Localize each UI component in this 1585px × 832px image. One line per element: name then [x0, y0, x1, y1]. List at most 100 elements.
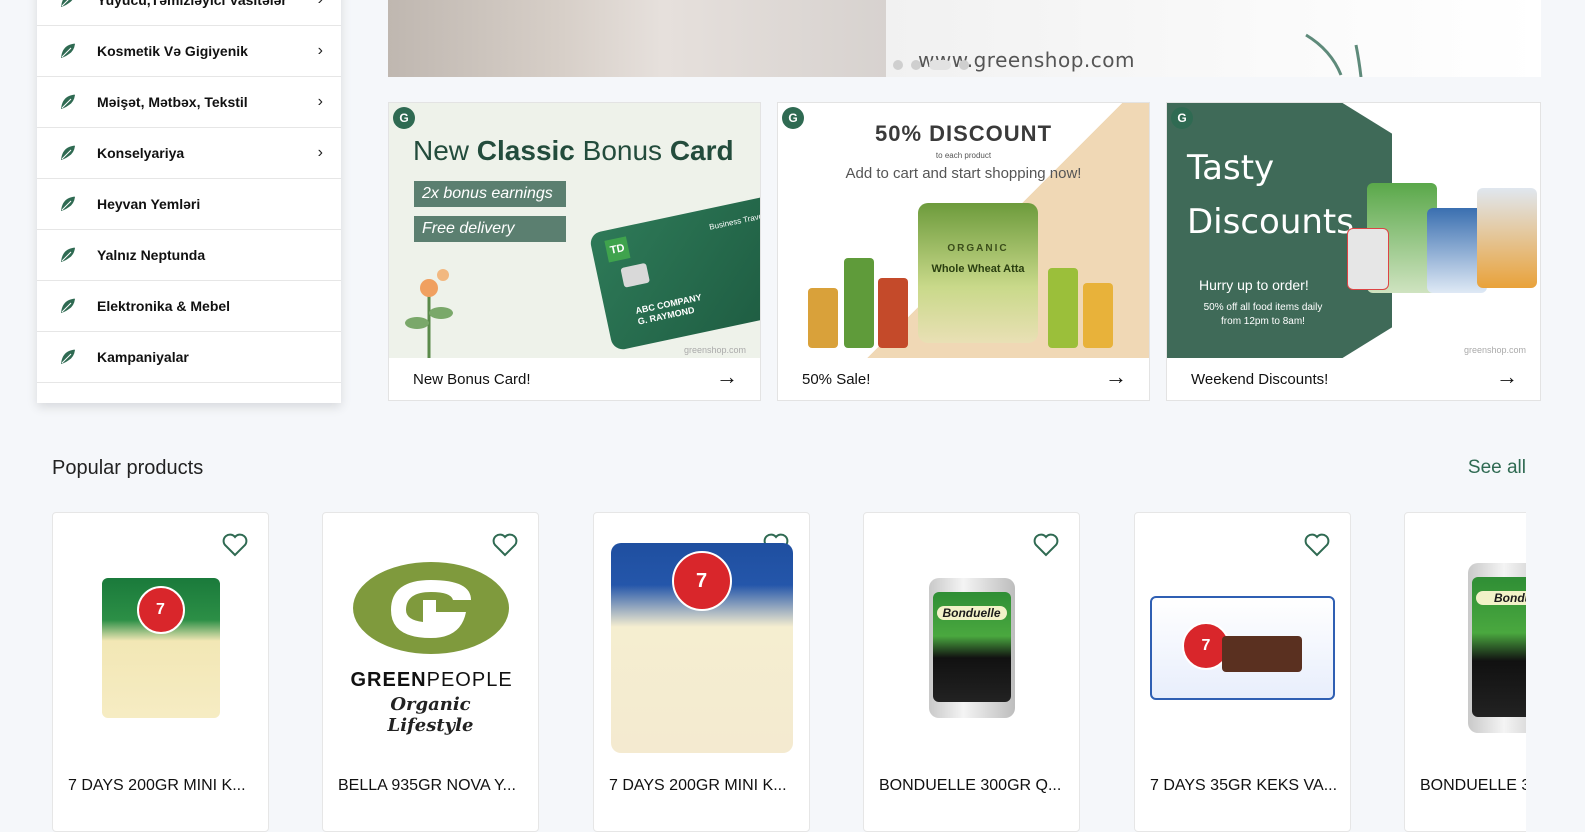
arrow-right-icon[interactable]: →	[1105, 364, 1127, 390]
carousel-dot[interactable]	[893, 60, 903, 70]
arrow-right-icon[interactable]: →	[1496, 364, 1518, 390]
promo-caption: Weekend Discounts!	[1191, 371, 1329, 388]
promo-card-weekend[interactable]: G Tasty Discounts Hurry up to order! 50% …	[1166, 102, 1541, 401]
chevron-right-icon: ›	[317, 144, 323, 161]
category-label: Elektronika & Mebel	[97, 298, 231, 314]
jar-image	[844, 258, 874, 348]
product-card[interactable]: 7 7 DAYS 35GR KEKS VA...	[1134, 512, 1351, 832]
watermark: greenshop.com	[683, 345, 746, 355]
promo-card-sale[interactable]: G 50% DISCOUNT to each product Add to ca…	[777, 102, 1150, 401]
jar-image	[1083, 283, 1113, 348]
category-label: Yuyucu,Təmizləyici Vasitələr	[97, 0, 287, 8]
category-item[interactable]: Yuyucu,Təmizləyici Vasitələr ›	[37, 0, 341, 26]
product-card-clip: Bondu BONDUELLE 30...	[1404, 512, 1526, 832]
product-bag-image: ORGANIC Whole Wheat Atta	[918, 203, 1038, 343]
7days-logo: 7	[671, 551, 732, 611]
7days-logo: 7	[136, 586, 185, 634]
promo-subtext-small: 50% off all food items daily from 12pm t…	[1203, 302, 1323, 327]
promo-card-bonus[interactable]: G New Classic Bonus Card 2x bonus earnin…	[388, 102, 761, 401]
bag-top-label: ORGANIC	[947, 243, 1009, 254]
product-name[interactable]: 7 DAYS 200GR MINI K...	[68, 777, 246, 795]
promo-subtext: Add to cart and start shopping now!	[845, 165, 1082, 182]
leaf-decoration-icon	[1305, 33, 1363, 77]
promo-art-tasty: G Tasty Discounts Hurry up to order! 50% …	[1167, 103, 1540, 358]
category-label: Kampaniyalar	[97, 349, 189, 365]
category-item[interactable]: Yalnız Neptunda	[37, 230, 341, 281]
product-card[interactable]: GREENPEOPLE Organic Lifestyle BELLA 935G…	[322, 512, 539, 832]
product-name[interactable]: BELLA 935GR NOVA Y...	[338, 777, 516, 795]
see-all-link[interactable]: See all	[1468, 457, 1526, 479]
product-name[interactable]: BONDUELLE 300GR Q...	[879, 777, 1061, 795]
promo-subtext-small: to each product	[935, 151, 992, 160]
category-sidebar: Yuyucu,Təmizləyici Vasitələr›Kosmetik Və…	[37, 0, 341, 403]
greenshop-badge-icon: G	[393, 107, 415, 129]
arrow-right-icon[interactable]: →	[716, 364, 738, 390]
category-item[interactable]: Məişət, Mətbəx, Tekstil ›	[37, 77, 341, 128]
can-brand: Bonduelle	[936, 606, 1007, 620]
card-holder: ABC COMPANY G. RAYMOND	[634, 292, 703, 327]
product-image[interactable]: 7	[1150, 543, 1335, 753]
brand-tagline: Organic Lifestyle	[387, 694, 474, 736]
product-name[interactable]: 7 DAYS 200GR MINI K...	[609, 777, 787, 795]
olive-can-image: Bondu	[1468, 563, 1526, 733]
section-title: Popular products	[52, 457, 204, 479]
hero-image-left	[388, 0, 886, 77]
leaf-icon	[61, 43, 75, 58]
card-chip	[620, 262, 650, 288]
category-item[interactable]: Kampaniyalar	[37, 332, 341, 383]
7days-package-image: 7	[101, 578, 220, 718]
brand-name: GREENPEOPLE	[350, 669, 513, 691]
green-people-logo-icon	[352, 562, 509, 654]
product-image[interactable]: 7	[609, 543, 794, 753]
carousel-dot-active[interactable]	[929, 60, 951, 70]
promo-pill: 2x bonus earnings	[414, 181, 566, 207]
chevron-right-icon: ›	[318, 0, 323, 9]
product-card[interactable]: Bonduelle BONDUELLE 300GR Q...	[863, 512, 1080, 832]
product-image[interactable]: 7	[68, 543, 253, 753]
promo-headline: 50% DISCOUNT	[874, 121, 1053, 146]
product-card[interactable]: 7 7 DAYS 200GR MINI K...	[593, 512, 810, 832]
card-brand-logo: TD	[604, 236, 631, 263]
chevron-right-icon: ›	[317, 42, 323, 59]
olive-can-image: Bonduelle	[928, 578, 1015, 718]
promo-pill: Free delivery	[414, 216, 566, 242]
jar-image	[878, 278, 908, 348]
category-item[interactable]: Konselyariya ›	[37, 128, 341, 179]
product-pack-image	[1477, 188, 1537, 288]
product-pack-image	[1347, 228, 1389, 290]
product-image[interactable]: Bondu	[1420, 543, 1526, 753]
leaf-icon	[61, 0, 73, 7]
promo-caption: New Bonus Card!	[413, 371, 531, 388]
watermark: greenshop.com	[1463, 345, 1526, 355]
green-people-logo: GREENPEOPLE Organic Lifestyle	[350, 560, 513, 736]
bag-label: Whole Wheat Atta	[931, 263, 1025, 275]
product-card[interactable]: Bondu BONDUELLE 30...	[1404, 512, 1526, 832]
7days-package-image: 7	[610, 543, 793, 753]
product-card[interactable]: 7 7 DAYS 200GR MINI K...	[52, 512, 269, 832]
product-image[interactable]: Bonduelle	[879, 543, 1064, 753]
hero-banner[interactable]: www.greenshop.com	[388, 0, 1541, 77]
flower-decoration-icon	[405, 269, 453, 358]
product-name[interactable]: BONDUELLE 30...	[1420, 777, 1526, 795]
greenshop-badge-icon: G	[1171, 107, 1193, 129]
category-item[interactable]: Kosmetik Və Gigiyenik ›	[37, 26, 341, 77]
carousel-dot[interactable]	[959, 60, 969, 70]
category-label: Məişət, Mətbəx, Tekstil	[97, 94, 248, 110]
category-list: Yuyucu,Təmizləyici Vasitələr›Kosmetik Və…	[37, 0, 341, 383]
carousel-dot[interactable]	[911, 60, 921, 70]
leaf-icon	[61, 145, 75, 160]
leaf-icon	[61, 298, 75, 313]
product-image[interactable]: GREENPEOPLE Organic Lifestyle	[338, 543, 523, 753]
jar-image	[1048, 268, 1078, 348]
category-label: Heyvan Yemləri	[97, 196, 201, 212]
carousel-dots	[893, 60, 969, 70]
promo-art-discount: G 50% DISCOUNT to each product Add to ca…	[778, 103, 1149, 358]
card-type: Business Travel	[708, 211, 760, 232]
category-label: Konselyariya	[97, 145, 185, 161]
category-item[interactable]: Elektronika & Mebel	[37, 281, 341, 332]
promo-subtext: Hurry up to order!	[1199, 277, 1309, 293]
promo-headline: New Classic Bonus Card	[413, 135, 734, 166]
product-name[interactable]: 7 DAYS 35GR KEKS VA...	[1150, 777, 1337, 795]
leaf-icon	[61, 94, 75, 109]
category-item[interactable]: Heyvan Yemləri	[37, 179, 341, 230]
